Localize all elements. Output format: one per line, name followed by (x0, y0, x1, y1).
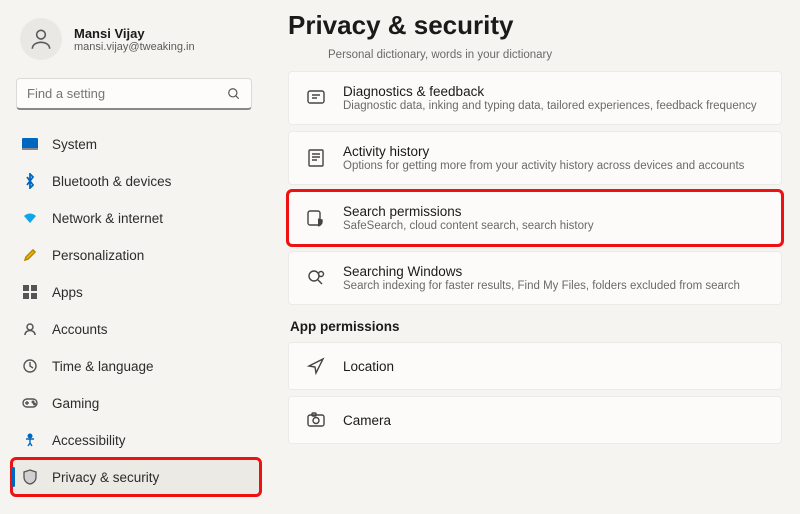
wifi-icon (22, 210, 38, 226)
nav-label: Apps (52, 285, 83, 300)
accessibility-icon (22, 432, 38, 448)
nav-label: Network & internet (52, 211, 163, 226)
card-title: Diagnostics & feedback (343, 84, 757, 99)
sidebar-item-system[interactable]: System (12, 126, 260, 162)
card-title: Location (343, 359, 394, 374)
sidebar-item-bluetooth[interactable]: Bluetooth & devices (12, 163, 260, 199)
history-icon (305, 147, 327, 169)
card-body: Diagnostics & feedback Diagnostic data, … (343, 84, 757, 112)
card-activity[interactable]: Activity history Options for getting mor… (288, 131, 782, 185)
card-diagnostics[interactable]: Diagnostics & feedback Diagnostic data, … (288, 71, 782, 125)
clock-icon (22, 358, 38, 374)
card-title: Search permissions (343, 204, 594, 219)
card-searching-windows[interactable]: Searching Windows Search indexing for fa… (288, 251, 782, 305)
search-shield-icon (305, 207, 327, 229)
card-title: Camera (343, 413, 391, 428)
search-input[interactable] (27, 86, 227, 101)
card-partial-text: Personal dictionary, words in your dicti… (328, 45, 782, 71)
bluetooth-icon (22, 173, 38, 189)
card-sub: SafeSearch, cloud content search, search… (343, 220, 594, 232)
sidebar-item-apps[interactable]: Apps (12, 274, 260, 310)
section-heading: App permissions (290, 319, 782, 334)
sidebar-item-gaming[interactable]: Gaming (12, 385, 260, 421)
card-search-permissions[interactable]: Search permissions SafeSearch, cloud con… (288, 191, 782, 245)
nav: System Bluetooth & devices Network & int… (12, 126, 260, 495)
card-title: Activity history (343, 144, 744, 159)
user-block[interactable]: Mansi Vijay mansi.vijay@tweaking.in (12, 12, 260, 74)
sidebar-item-personalization[interactable]: Personalization (12, 237, 260, 273)
brush-icon (22, 247, 38, 263)
system-icon (22, 136, 38, 152)
person-icon (28, 26, 54, 52)
nav-label: Bluetooth & devices (52, 174, 171, 189)
nav-label: Privacy & security (52, 470, 159, 485)
user-name: Mansi Vijay (74, 26, 195, 41)
camera-icon (305, 409, 327, 431)
search-box[interactable] (16, 78, 252, 110)
sidebar-item-privacy[interactable]: Privacy & security (12, 459, 260, 495)
feedback-icon (305, 87, 327, 109)
user-meta: Mansi Vijay mansi.vijay@tweaking.in (74, 26, 195, 53)
search-settings-icon (305, 267, 327, 289)
nav-label: Gaming (52, 396, 99, 411)
avatar (20, 18, 62, 60)
page-title: Privacy & security (288, 10, 782, 41)
shield-icon (22, 469, 38, 485)
sidebar-item-time[interactable]: Time & language (12, 348, 260, 384)
apps-icon (22, 284, 38, 300)
nav-label: System (52, 137, 97, 152)
sidebar-item-accessibility[interactable]: Accessibility (12, 422, 260, 458)
card-camera[interactable]: Camera (288, 396, 782, 444)
gaming-icon (22, 395, 38, 411)
card-sub: Options for getting more from your activ… (343, 160, 744, 172)
card-sub: Diagnostic data, inking and typing data,… (343, 100, 757, 112)
main-panel: Privacy & security Personal dictionary, … (260, 0, 800, 514)
card-body: Camera (343, 413, 391, 428)
sidebar-item-accounts[interactable]: Accounts (12, 311, 260, 347)
card-body: Location (343, 359, 394, 374)
search-icon (227, 87, 241, 101)
card-sub: Search indexing for faster results, Find… (343, 280, 740, 292)
location-icon (305, 355, 327, 377)
nav-label: Accounts (52, 322, 108, 337)
nav-label: Accessibility (52, 433, 126, 448)
sidebar-item-network[interactable]: Network & internet (12, 200, 260, 236)
nav-label: Time & language (52, 359, 154, 374)
accounts-icon (22, 321, 38, 337)
sidebar: Mansi Vijay mansi.vijay@tweaking.in Syst… (0, 0, 260, 514)
card-body: Activity history Options for getting mor… (343, 144, 744, 172)
card-location[interactable]: Location (288, 342, 782, 390)
card-title: Searching Windows (343, 264, 740, 279)
user-email: mansi.vijay@tweaking.in (74, 41, 195, 53)
card-body: Search permissions SafeSearch, cloud con… (343, 204, 594, 232)
card-body: Searching Windows Search indexing for fa… (343, 264, 740, 292)
nav-label: Personalization (52, 248, 144, 263)
